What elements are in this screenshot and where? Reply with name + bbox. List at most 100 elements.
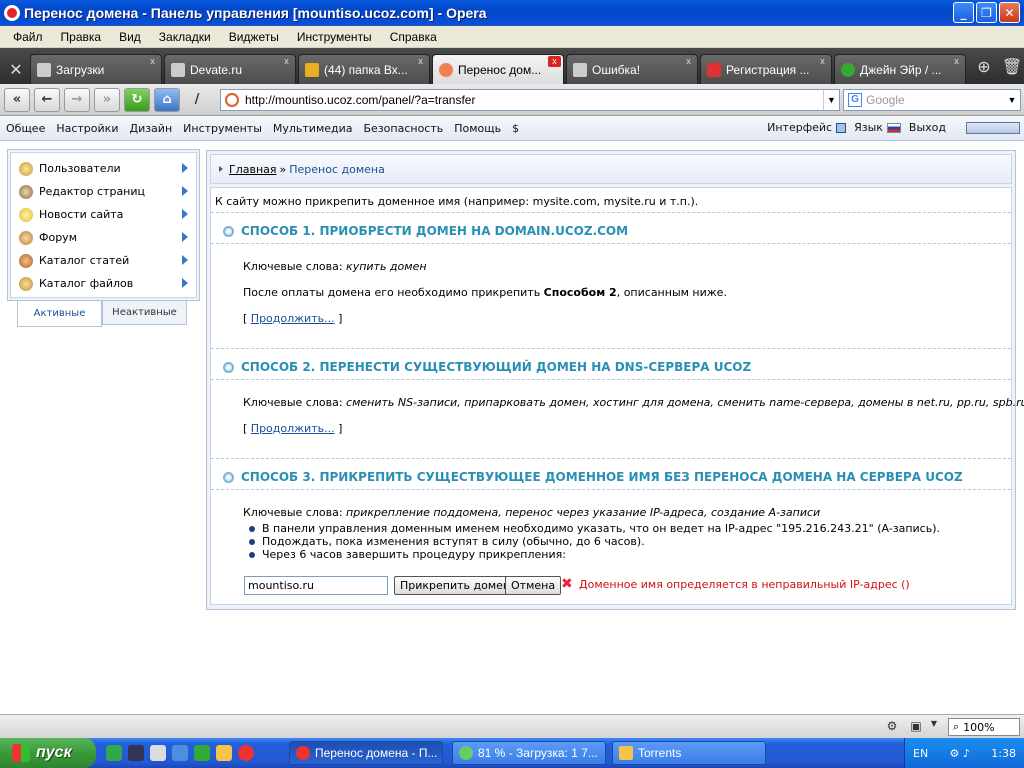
minimize-button[interactable]: _ [953,2,974,23]
tab-close-icon[interactable]: x [280,56,293,67]
panel-menu-general[interactable]: Общее [6,122,45,135]
tab-close-icon[interactable]: x [548,56,561,67]
panel-menu-help[interactable]: Помощь [454,122,501,135]
folder-icon[interactable] [216,745,232,761]
content-area: К сайту можно прикрепить доменное имя (н… [210,187,1024,605]
panel-menu-settings[interactable]: Настройки [56,122,118,135]
tab-downloads[interactable]: Загрузки x [30,54,162,84]
tab-close-icon[interactable]: x [414,56,427,67]
way1-keywords: Ключевые слова: купить домен [243,260,427,273]
tab-jane-eyre[interactable]: Джейн Эйр / ... x [834,54,966,84]
home-button[interactable]: ⌂ [154,87,180,112]
panel-menu-security[interactable]: Безопасность [364,122,444,135]
breadcrumb-home-link[interactable]: Главная [229,163,277,176]
chevron-down-icon[interactable]: ▼ [926,719,942,735]
tab-inactive-modules[interactable]: Неактивные [102,301,187,325]
list-item: В панели управления доменным именем необ… [249,522,940,535]
tab-active-modules[interactable]: Активные [17,301,102,327]
tools-icon[interactable]: ✕ [2,54,30,84]
menu-file[interactable]: Файл [4,30,52,44]
tab-domain-transfer[interactable]: Перенос дом... x [432,54,564,84]
fast-forward-button[interactable]: » [94,87,120,112]
start-button[interactable]: пуск [0,738,96,768]
start-label: пуск [36,744,72,761]
tab-close-icon[interactable]: x [816,56,829,67]
tab-close-icon[interactable]: x [950,56,963,67]
sidebar-item-files[interactable]: Каталог файлов [11,272,196,295]
reload-button[interactable]: ↻ [124,87,150,112]
sidebar-item-page-editor[interactable]: Редактор страниц [11,180,196,203]
way2-keywords: Ключевые слова: сменить NS-записи, припа… [243,396,1024,409]
address-input[interactable]: http://mountiso.ucoz.com/panel/?a=transf… [220,88,840,111]
divider [211,379,1011,380]
sidebar-item-forum[interactable]: Форум [11,226,196,249]
panel-menu-design[interactable]: Дизайн [129,122,172,135]
save-icon[interactable] [128,745,144,761]
tab-close-icon[interactable]: x [146,56,159,67]
error-x-icon: ✖ [561,576,573,592]
tabbar-controls: ⊕ 🗑 [972,52,1024,80]
language-indicator[interactable]: EN [913,747,928,760]
close-window-button[interactable]: ✕ [999,2,1020,23]
attach-domain-button[interactable]: Прикрепить домен [394,576,517,595]
app-icon[interactable] [194,745,210,761]
divider [211,243,1011,244]
wand-icon[interactable]: / [184,88,210,112]
new-tab-icon[interactable]: ⊕ [972,52,996,80]
network-icon[interactable]: ⚙ [884,719,900,735]
logout-link[interactable]: Выход [909,121,946,134]
menu-view[interactable]: Вид [110,30,150,44]
divider [211,458,1011,459]
sidebar-item-users[interactable]: Пользователи [11,157,196,180]
files-icon [19,276,33,291]
forward-button[interactable]: → [64,87,90,112]
window-controls: _ ❐ ✕ [953,2,1020,23]
way2-continue-link[interactable]: Продолжить... [251,422,335,435]
sidebar-item-news[interactable]: Новости сайта [11,203,196,226]
chevron-down-icon[interactable]: ▼ [1004,90,1020,110]
camera-icon[interactable]: ▣ [908,719,924,735]
ie-icon[interactable] [172,745,188,761]
tab-error[interactable]: Ошибка! x [566,54,698,84]
tab-registration[interactable]: Регистрация ... x [700,54,832,84]
task-torrents-folder[interactable]: Torrents [612,741,766,765]
tab-label: Devate.ru [190,62,243,77]
tray-icons[interactable]: ⚙ ♪ [950,747,970,760]
menu-edit[interactable]: Правка [52,30,111,44]
language-selector[interactable]: Язык [854,121,901,134]
tab-inbox[interactable]: (44) папка Вх... x [298,54,430,84]
trash-icon[interactable]: 🗑 [1000,52,1024,80]
way1-continue-link[interactable]: Продолжить... [251,312,335,325]
search-input[interactable]: G Google ▼ [843,89,1021,111]
sidebar-item-articles[interactable]: Каталог статей [11,249,196,272]
way2-title: СПОСОБ 2. ПЕРЕНЕСТИ СУЩЕСТВУЮЩИЙ ДОМЕН Н… [241,360,752,374]
tab-close-icon[interactable]: x [682,56,695,67]
cancel-button[interactable]: Отмена [505,576,562,595]
back-button[interactable]: ← [34,87,60,112]
way1-description: После оплаты домена его необходимо прикр… [243,286,727,299]
panel-menu-right: Интерфейс Язык Выход [767,121,1020,134]
panel-menu-payments[interactable]: $ [512,122,519,135]
panel-menu-tools[interactable]: Инструменты [183,122,262,135]
zoom-control[interactable]: ⌕ 100% [948,718,1020,736]
chevron-down-icon[interactable]: ▼ [823,89,839,110]
chevron-right-icon [182,163,188,173]
russia-flag-icon [886,122,901,133]
domain-field[interactable]: mountiso.ru [244,576,388,595]
tab-bar: ✕ Загрузки x Devate.ru x (44) папка Вх..… [0,48,1024,84]
width-slider-icon[interactable] [966,121,1020,134]
rewind-button[interactable]: « [4,87,30,112]
menu-help[interactable]: Справка [381,30,446,44]
media-icon[interactable] [150,745,166,761]
panel-menu-multimedia[interactable]: Мультимедиа [273,122,353,135]
opera-icon[interactable] [238,745,254,761]
task-opera[interactable]: Перенос домена - П... [289,741,443,765]
maximize-button[interactable]: ❐ [976,2,997,23]
menu-tools[interactable]: Инструменты [288,30,381,44]
play-icon[interactable] [106,745,122,761]
tab-devate[interactable]: Devate.ru x [164,54,296,84]
interface-toggle[interactable]: Интерфейс [767,121,847,134]
menu-bookmarks[interactable]: Закладки [150,30,220,44]
menu-widgets[interactable]: Виджеты [220,30,288,44]
task-torrent-download[interactable]: 81 % - Загрузка: 1 7... [452,741,606,765]
